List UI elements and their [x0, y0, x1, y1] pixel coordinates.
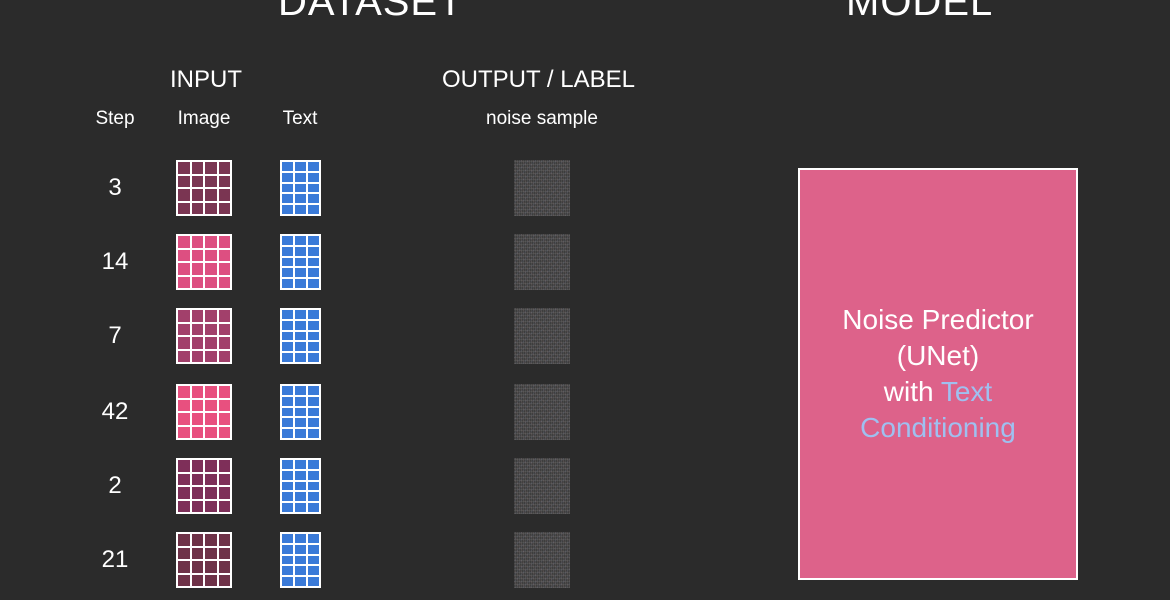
noise-sample-image [514, 160, 570, 216]
noise-sample-image [514, 308, 570, 364]
noise-column-header: noise sample [486, 108, 598, 129]
text-embedding-icon [280, 532, 321, 588]
model-with-word: with [883, 376, 934, 407]
dataset-title: DATASET [278, 0, 464, 24]
image-grid-icon [176, 308, 232, 364]
step-number: 42 [101, 398, 129, 425]
text-embedding-icon [280, 234, 321, 290]
model-label: Noise Predictor (UNet) with Text Conditi… [842, 302, 1033, 446]
model-title: MODEL [846, 0, 994, 24]
model-text-word: Text [940, 376, 993, 407]
dataset-row: 21 [0, 532, 680, 588]
text-embedding-icon [280, 308, 321, 364]
model-line-2: (UNet) [896, 340, 980, 371]
image-grid-icon [176, 458, 232, 514]
noise-sample-image [514, 234, 570, 290]
text-embedding-icon [280, 458, 321, 514]
input-label: INPUT [170, 66, 242, 93]
image-grid-icon [176, 532, 232, 588]
text-embedding-icon [280, 384, 321, 440]
dataset-row: 42 [0, 384, 680, 440]
model-line-1: Noise Predictor [842, 304, 1034, 335]
text-embedding-icon [280, 160, 321, 216]
step-number: 21 [101, 546, 129, 573]
dataset-row: 3 [0, 160, 680, 216]
noise-predictor-box: Noise Predictor (UNet) with Text Conditi… [798, 168, 1078, 580]
step-number: 14 [101, 248, 129, 275]
step-column-header: Step [95, 108, 135, 129]
noise-sample-image [514, 384, 570, 440]
step-number: 3 [108, 174, 122, 201]
dataset-row: 14 [0, 234, 680, 290]
dataset-row: 2 [0, 458, 680, 514]
model-line-4: Conditioning [860, 412, 1016, 443]
step-number: 7 [108, 322, 122, 349]
model-line-3: with Text [842, 374, 1033, 410]
image-grid-icon [176, 384, 232, 440]
image-grid-icon [176, 234, 232, 290]
noise-sample-image [514, 458, 570, 514]
dataset-row: 7 [0, 308, 680, 364]
image-grid-icon [176, 160, 232, 216]
output-label: OUTPUT / LABEL [442, 66, 635, 93]
image-column-header: Image [177, 108, 231, 129]
step-number: 2 [108, 472, 122, 499]
noise-sample-image [514, 532, 570, 588]
text-column-header: Text [282, 108, 318, 129]
